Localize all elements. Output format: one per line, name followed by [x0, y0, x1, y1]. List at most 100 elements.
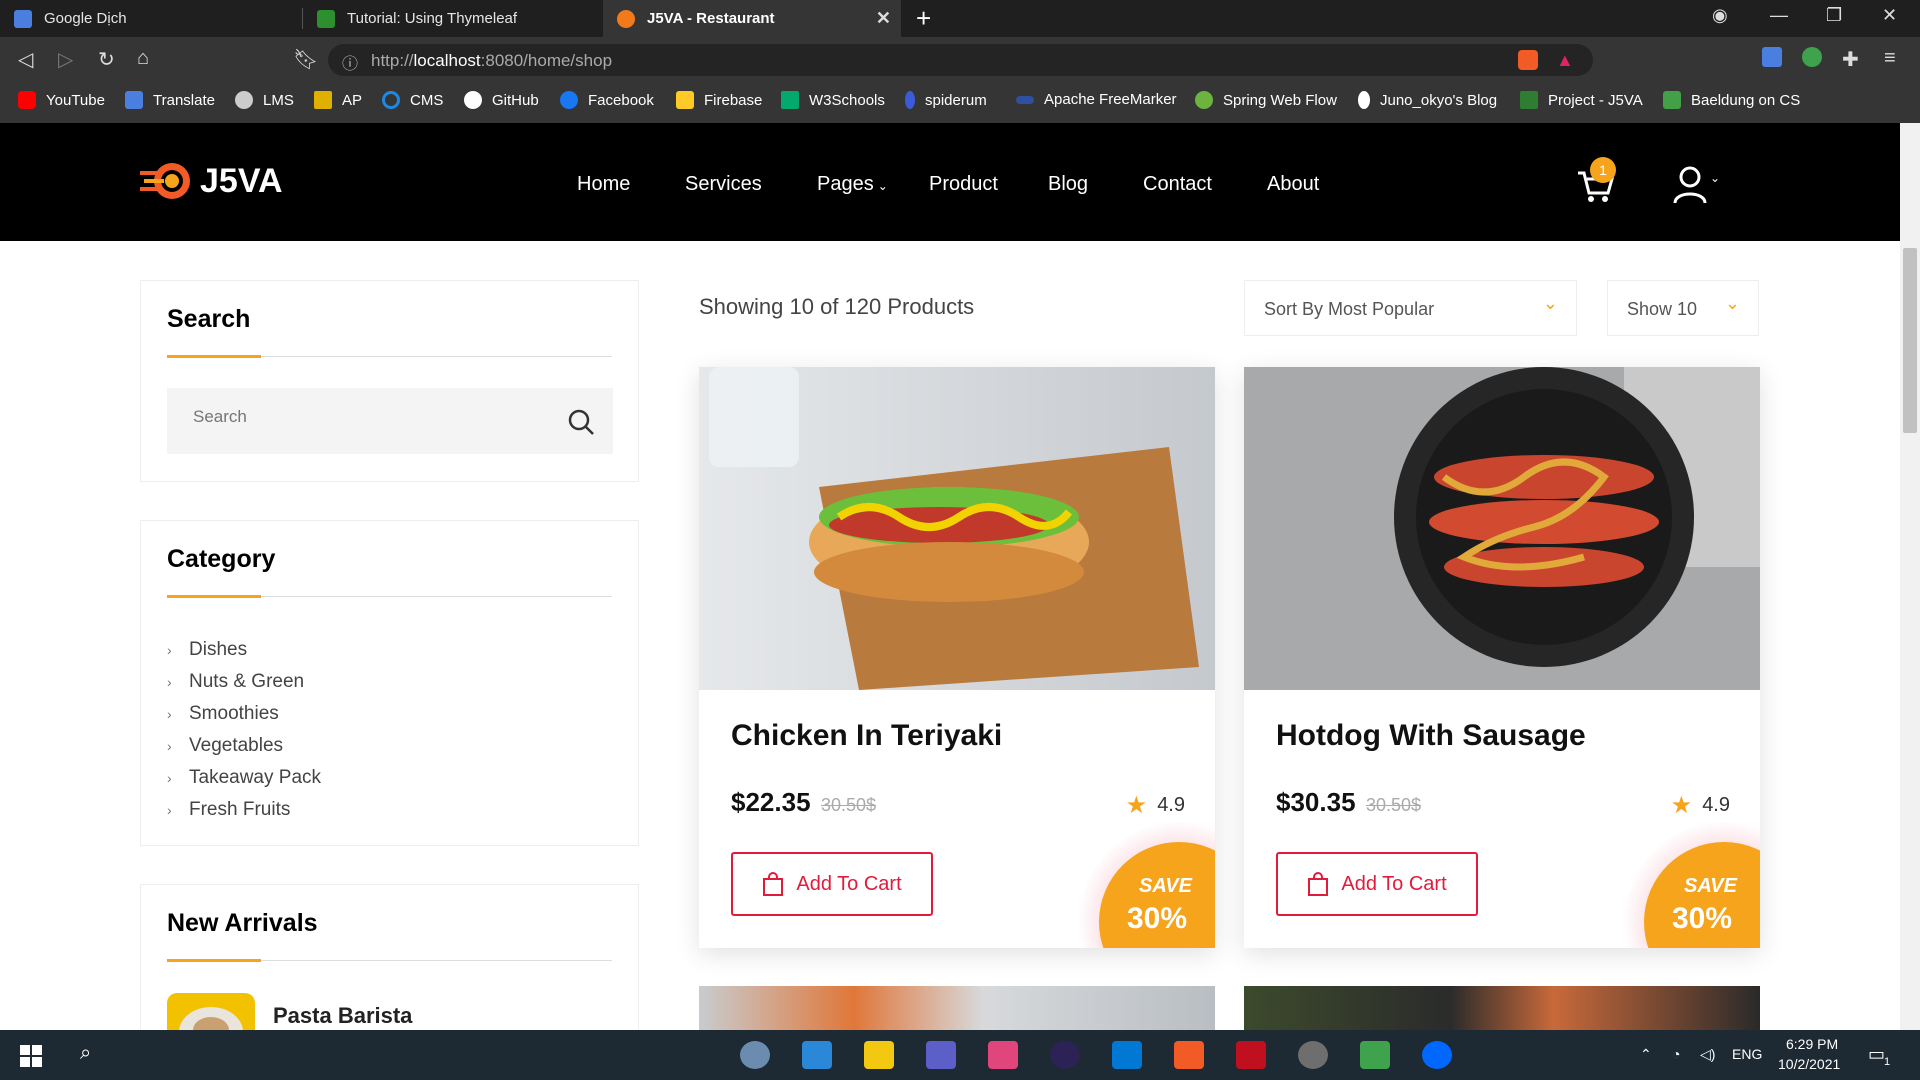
settings-gear-icon[interactable]	[1298, 1041, 1328, 1069]
brave-icon[interactable]	[1174, 1041, 1204, 1069]
app-icon[interactable]	[1360, 1041, 1390, 1069]
product-card[interactable]: Hotdog With Sausage $30.35 30.50$ ★ 4.9 …	[1244, 367, 1760, 948]
vscode-icon[interactable]	[1112, 1041, 1142, 1069]
nav-about[interactable]: About	[1267, 173, 1319, 196]
tab-thymeleaf[interactable]: Tutorial: Using Thymeleaf	[303, 0, 603, 37]
tab-j5va-restaurant[interactable]: J5VA - Restaurant ✕	[603, 0, 901, 37]
brave-shield-icon[interactable]	[1518, 50, 1538, 70]
close-window-button[interactable]: ✕	[1882, 5, 1897, 26]
wifi-icon[interactable]: ◔	[1672, 1046, 1680, 1062]
url-text[interactable]: http://localhost:8080/home/shop	[371, 51, 612, 71]
mail-icon[interactable]	[802, 1041, 832, 1069]
puzzle-extensions-icon[interactable]: ✚	[1842, 47, 1859, 72]
product-card-partial[interactable]	[699, 986, 1215, 1030]
save-percent: 30%	[1127, 902, 1188, 935]
app-icon[interactable]	[740, 1041, 770, 1069]
user-icon[interactable]	[1672, 165, 1708, 205]
add-to-cart-button[interactable]: Add To Cart	[1276, 852, 1478, 916]
intellij-icon[interactable]	[988, 1041, 1018, 1069]
nav-product[interactable]: Product	[929, 173, 998, 196]
volume-icon[interactable]: ◁)	[1700, 1046, 1715, 1063]
chevron-up-icon[interactable]: ⌃	[1640, 1046, 1652, 1063]
nav-contact[interactable]: Contact	[1143, 173, 1212, 196]
language-indicator[interactable]: ENG	[1732, 1046, 1762, 1062]
new-tab-button[interactable]: +	[916, 3, 931, 34]
home-icon[interactable]: ⌂	[137, 47, 149, 70]
bookmark-lms[interactable]: LMS	[235, 91, 294, 109]
category-item[interactable]: › Dishes	[167, 634, 321, 666]
tab-google-dich[interactable]: Google Dịch	[0, 0, 300, 37]
product-card[interactable]: Chicken In Teriyaki $22.35 30.50$ ★ 4.9 …	[699, 367, 1215, 948]
nav-services[interactable]: Services	[685, 173, 762, 196]
category-item[interactable]: › Fresh Fruits	[167, 794, 321, 826]
bookmark-project-j5va[interactable]: Project - J5VA	[1520, 91, 1643, 109]
bookmark-icon[interactable]: 🔖︎	[293, 47, 318, 72]
bookmark-ap[interactable]: AP	[314, 91, 362, 109]
bookmark-juno-blog[interactable]: Juno_okyo's Blog	[1358, 91, 1497, 109]
search-input[interactable]	[191, 406, 531, 428]
logo-text: J5VA	[200, 161, 283, 200]
bookmark-w3schools[interactable]: W3Schools	[781, 91, 885, 109]
search-box[interactable]	[167, 388, 613, 454]
bookmark-translate[interactable]: Translate	[125, 91, 215, 109]
sort-select[interactable]: Sort By Most Popular ⌄	[1244, 280, 1577, 336]
close-tab-icon[interactable]: ✕	[876, 8, 891, 29]
category-item[interactable]: › Smoothies	[167, 698, 321, 730]
product-name[interactable]: Hotdog With Sausage	[1276, 719, 1586, 753]
product-card-partial[interactable]	[1244, 986, 1760, 1030]
nav-home[interactable]: Home	[577, 173, 630, 196]
minimize-button[interactable]: —	[1770, 5, 1788, 26]
bookmark-spring-web-flow[interactable]: Spring Web Flow	[1195, 91, 1337, 109]
bookmark-firebase[interactable]: Firebase	[676, 91, 762, 109]
bookmark-baeldung[interactable]: Baeldung on CS	[1663, 91, 1800, 109]
category-item[interactable]: › Vegetables	[167, 730, 321, 762]
game-app-icon[interactable]	[1236, 1041, 1266, 1069]
baeldung-icon	[1663, 91, 1681, 109]
arrival-item-name[interactable]: Pasta Barista	[273, 1003, 412, 1029]
category-item[interactable]: › Takeaway Pack	[167, 762, 321, 794]
show-count-select[interactable]: Show 10 ⌄	[1607, 280, 1759, 336]
url-bar[interactable]: ⓘ http://localhost:8080/home/shop ▲	[328, 44, 1593, 76]
shopping-bag-icon	[763, 872, 784, 896]
zalo-icon[interactable]	[1422, 1041, 1452, 1069]
nav-blog[interactable]: Blog	[1048, 173, 1088, 196]
translate-extension-icon[interactable]	[1762, 47, 1782, 67]
site-logo[interactable]: J5VA	[140, 157, 283, 205]
bookmark-freemarker[interactable]: Apache FreeMarker	[1016, 91, 1177, 108]
j5va-favicon-icon	[617, 9, 635, 28]
divider	[167, 959, 612, 962]
bookmark-youtube[interactable]: YouTube	[18, 91, 105, 109]
forward-icon[interactable]: ▷	[58, 47, 73, 72]
product-image[interactable]	[699, 367, 1215, 690]
menu-icon[interactable]: ≡	[1884, 47, 1896, 70]
bookmark-cms[interactable]: CMS	[382, 91, 443, 109]
eclipse-icon[interactable]	[1050, 1041, 1080, 1069]
product-name[interactable]: Chicken In Teriyaki	[731, 719, 1002, 753]
reload-icon[interactable]: ↻	[98, 47, 115, 72]
extension-icon[interactable]	[1802, 47, 1822, 67]
translate-icon	[125, 91, 143, 109]
info-icon[interactable]: ⓘ	[342, 50, 358, 74]
windows-start-icon[interactable]	[20, 1045, 42, 1067]
search-icon[interactable]: ⌕	[80, 1042, 91, 1065]
product-image[interactable]	[1244, 367, 1760, 690]
notifications-icon[interactable]: ▭	[1868, 1044, 1885, 1065]
search-icon[interactable]	[567, 408, 595, 436]
chevron-down-icon[interactable]: ⌄	[1710, 171, 1720, 185]
nav-pages[interactable]: Pages ⌄	[817, 173, 888, 196]
scrollbar-thumb[interactable]	[1903, 248, 1917, 433]
clock-time[interactable]: 6:29 PM	[1786, 1036, 1838, 1052]
back-icon[interactable]: ◁	[18, 47, 33, 72]
clock-date[interactable]: 10/2/2021	[1778, 1056, 1840, 1072]
page-scrollbar[interactable]	[1900, 123, 1920, 1030]
teams-icon[interactable]	[926, 1041, 956, 1069]
bookmark-facebook[interactable]: Facebook	[560, 91, 654, 109]
file-explorer-icon[interactable]	[864, 1041, 894, 1069]
brave-rewards-icon[interactable]: ▲	[1556, 50, 1574, 71]
tab-search-icon[interactable]: ◉	[1712, 5, 1728, 26]
restore-button[interactable]: ❐	[1826, 5, 1842, 26]
category-item[interactable]: › Nuts & Green	[167, 666, 321, 698]
bookmark-github[interactable]: GitHub	[464, 91, 539, 109]
bookmark-spiderum[interactable]: spiderum	[905, 91, 987, 109]
add-to-cart-button[interactable]: Add To Cart	[731, 852, 933, 916]
